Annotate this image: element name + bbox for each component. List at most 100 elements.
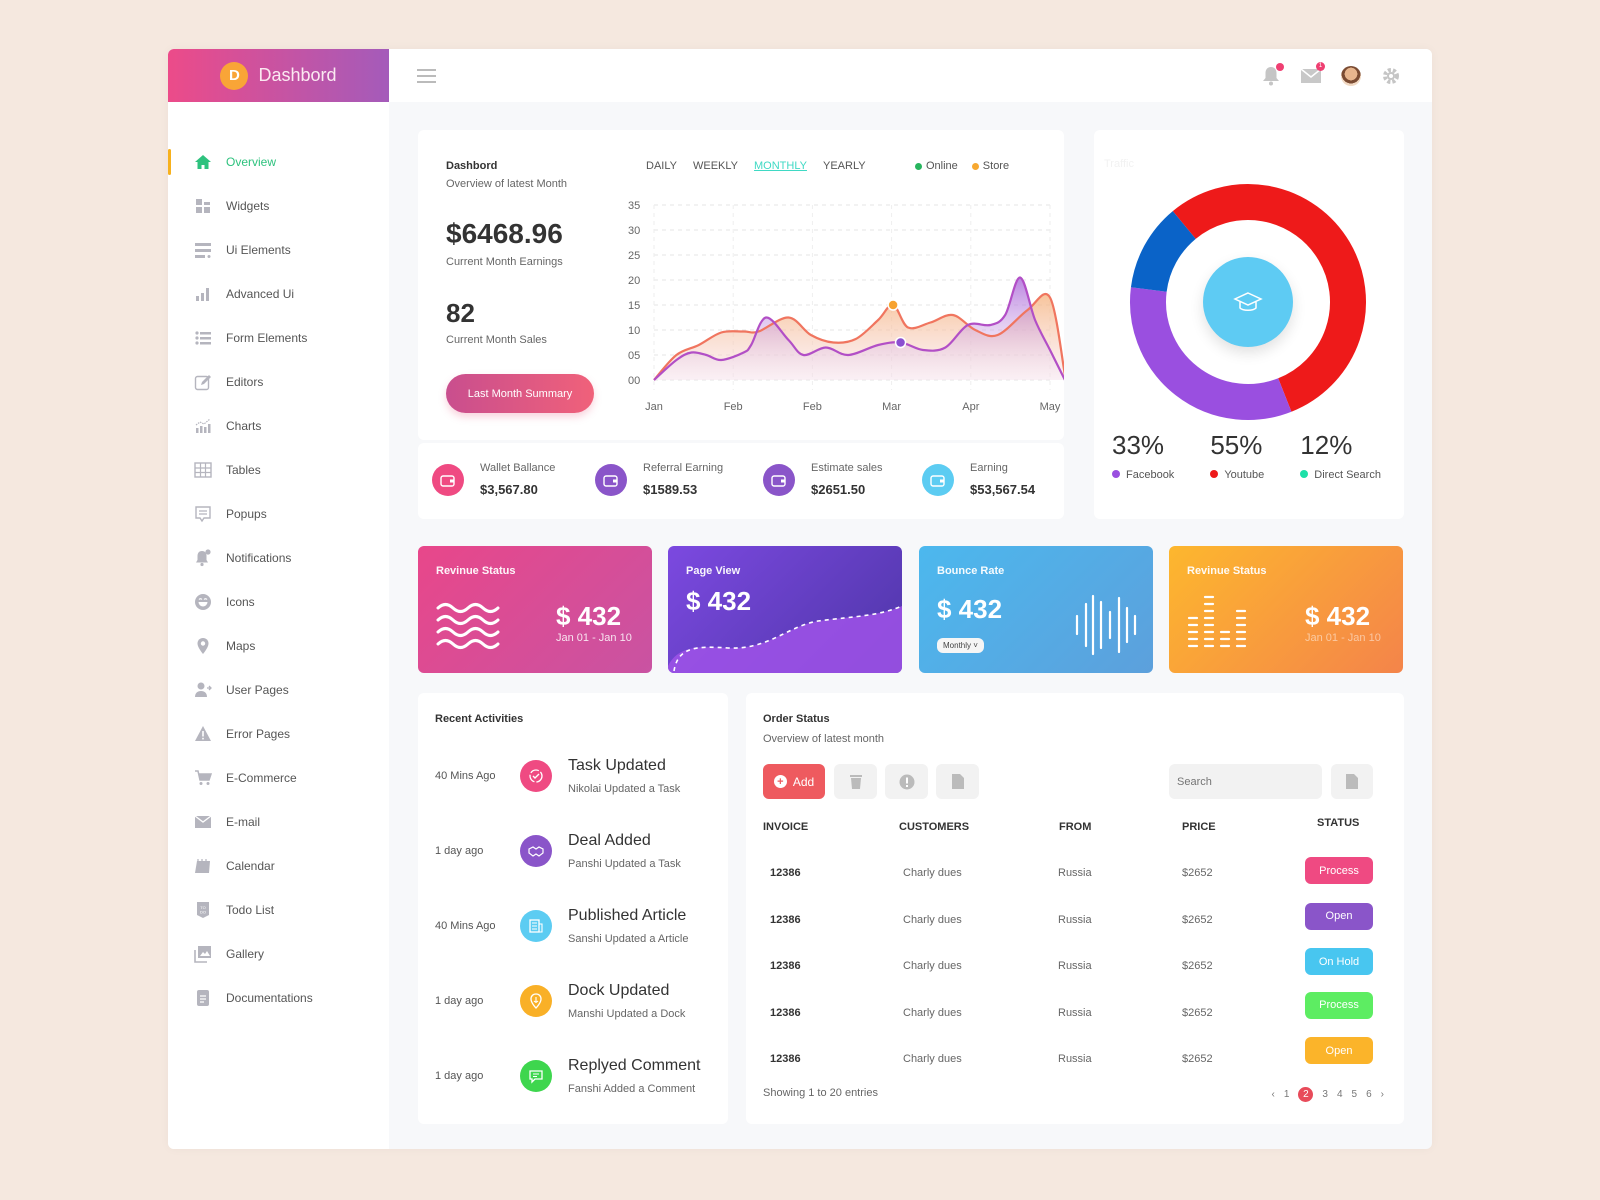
column-header-status[interactable]: STATUS	[1317, 817, 1359, 829]
mail-icon[interactable]: 1	[1300, 61, 1325, 87]
activity-description: Nikolai Updated a Task	[568, 783, 681, 795]
cell-invoice: 12386	[770, 960, 801, 972]
sidebar-item-label: Calendar	[226, 859, 275, 873]
sidebar-item-user-pages[interactable]: User Pages	[168, 668, 389, 712]
highlight-point-store	[887, 299, 899, 311]
sidebar-item-advanced-ui[interactable]: Advanced Ui	[168, 272, 389, 316]
sidebar-item-maps[interactable]: Maps	[168, 624, 389, 668]
stat-label: Estimate sales	[811, 462, 883, 474]
wallet-icon	[432, 463, 464, 496]
page-2[interactable]: 2	[1298, 1087, 1314, 1102]
file-icon	[951, 774, 964, 789]
sidebar-item-ui-elements[interactable]: Ui Elements	[168, 228, 389, 272]
activity-item[interactable]: 1 day ago Replyed Comment Fanshi Added a C…	[435, 1057, 701, 1095]
brand-header[interactable]: D Dashbord	[168, 49, 389, 102]
sidebar-item-gallery[interactable]: Gallery	[168, 932, 389, 976]
sidebar-item-label: Popups	[226, 507, 267, 521]
widgets-icon	[194, 197, 212, 215]
map-pin-icon	[194, 637, 212, 655]
orders-subtitle: Overview of latest month	[763, 733, 885, 745]
revenue-status-tile-2[interactable]: Revinue Status $ 432 Jan 01 - Jan 10	[1169, 546, 1403, 673]
cell-price: $2652	[1182, 1053, 1213, 1065]
tile-title: Revinue Status	[436, 565, 516, 577]
page-5[interactable]: 5	[1352, 1089, 1358, 1100]
cell-customer: Charly dues	[903, 867, 962, 879]
status-badge[interactable]: Open	[1305, 902, 1373, 930]
y-tick-label: 25	[628, 250, 640, 262]
sidebar-item-notifications[interactable]: Notifications	[168, 536, 389, 580]
file-button[interactable]	[936, 764, 979, 799]
sidebar-item-form-elements[interactable]: Form Elements	[168, 316, 389, 360]
activity-description: Manshi Updated a Dock	[568, 1008, 686, 1020]
sidebar-item-todo-list[interactable]: TO DO Todo List	[168, 888, 389, 932]
activity-title: Task Updated	[568, 757, 666, 774]
sidebar-item-icons[interactable]: Icons	[168, 580, 389, 624]
sidebar-item-calendar[interactable]: Calendar	[168, 844, 389, 888]
sidebar-item-error-pages[interactable]: Error Pages	[168, 712, 389, 756]
period-select[interactable]: Monthly ˅	[937, 638, 984, 653]
gear-icon[interactable]	[1380, 65, 1402, 87]
status-badge[interactable]: Process	[1305, 857, 1373, 884]
x-tick-label: Feb	[724, 401, 743, 413]
edit-icon	[194, 373, 212, 391]
activity-item[interactable]: 40 Mins Ago Task Updated Nikolai Updated a…	[435, 757, 680, 795]
page-6[interactable]: 6	[1366, 1089, 1372, 1100]
alert-button[interactable]	[885, 764, 928, 799]
export-button[interactable]	[1331, 764, 1373, 799]
sidebar-item-editors[interactable]: Editors	[168, 360, 389, 404]
sidebar-item-e-mail[interactable]: E-mail	[168, 800, 389, 844]
x-tick-label: Apr	[962, 401, 979, 413]
mail-badge: 1	[1316, 61, 1325, 71]
bell-icon[interactable]	[1260, 62, 1284, 87]
series-area-online	[654, 277, 1064, 380]
mail-icon	[194, 813, 212, 831]
status-badge[interactable]: Process	[1305, 991, 1373, 1019]
search-input[interactable]	[1169, 764, 1322, 799]
activity-item[interactable]: 1 day ago Dock Updated Manshi Updated a Do…	[435, 982, 685, 1020]
sidebar-item-widgets[interactable]: Widgets	[168, 184, 389, 228]
popup-icon	[194, 505, 212, 523]
sidebar-item-documentations[interactable]: Documentations	[168, 976, 389, 1020]
sidebar-item-label: E-mail	[226, 815, 261, 829]
status-badge[interactable]: Open	[1305, 1037, 1373, 1064]
activity-item[interactable]: 40 Mins Ago Published Article Sanshi Updat…	[435, 907, 688, 945]
avatar[interactable]	[1340, 65, 1362, 87]
delete-button[interactable]	[834, 764, 877, 799]
sidebar-item-label: Editors	[226, 375, 264, 389]
traffic-stat-value: 55%	[1210, 430, 1263, 460]
traffic-stat-youtube: 55% Youtube	[1210, 430, 1264, 481]
activity-title: Dock Updated	[568, 982, 670, 999]
sidebar-item-tables[interactable]: Tables	[168, 448, 389, 492]
trash-icon	[849, 774, 862, 789]
sidebar-item-e-commerce[interactable]: E-Commerce	[168, 756, 389, 800]
prev-page-button[interactable]: ‹	[1272, 1089, 1275, 1100]
status-badge[interactable]: On Hold	[1305, 948, 1373, 975]
cell-price: $2652	[1182, 867, 1213, 879]
tile-title: Page View	[686, 565, 741, 577]
menu-icon[interactable]	[417, 68, 436, 83]
tile-value: $ 432	[686, 586, 752, 616]
handshake-icon	[520, 835, 552, 867]
wallet-icon	[763, 463, 795, 496]
add-button[interactable]: + Add	[763, 764, 825, 799]
sidebar-item-overview[interactable]: Overview	[168, 140, 389, 184]
wallet-icon	[922, 463, 954, 496]
next-page-button[interactable]: ›	[1381, 1089, 1384, 1100]
page-view-tile[interactable]: Page View $ 432	[668, 546, 902, 673]
column-header-from[interactable]: FROM	[1059, 821, 1091, 833]
page-1[interactable]: 1	[1284, 1089, 1290, 1100]
activity-item[interactable]: 1 day ago Deal Added Panshi Updated a Task	[435, 832, 681, 870]
page-4[interactable]: 4	[1337, 1089, 1343, 1100]
revenue-status-tile[interactable]: Revinue Status $ 432 Jan 01 - Jan 10	[418, 546, 652, 673]
cell-from: Russia	[1058, 1053, 1092, 1065]
column-header-customers[interactable]: CUSTOMERS	[899, 821, 969, 833]
sidebar-item-popups[interactable]: Popups	[168, 492, 389, 536]
traffic-stat-label: Facebook	[1112, 469, 1174, 481]
column-header-invoice[interactable]: INVOICE	[763, 821, 808, 833]
sidebar-item-label: Icons	[226, 595, 255, 609]
activity-description: Panshi Updated a Task	[568, 858, 681, 870]
page-3[interactable]: 3	[1322, 1089, 1328, 1100]
sidebar-item-charts[interactable]: Charts	[168, 404, 389, 448]
column-header-price[interactable]: PRICE	[1182, 821, 1216, 833]
bounce-rate-tile[interactable]: Bounce Rate $ 432 Monthly ˅	[919, 546, 1153, 673]
